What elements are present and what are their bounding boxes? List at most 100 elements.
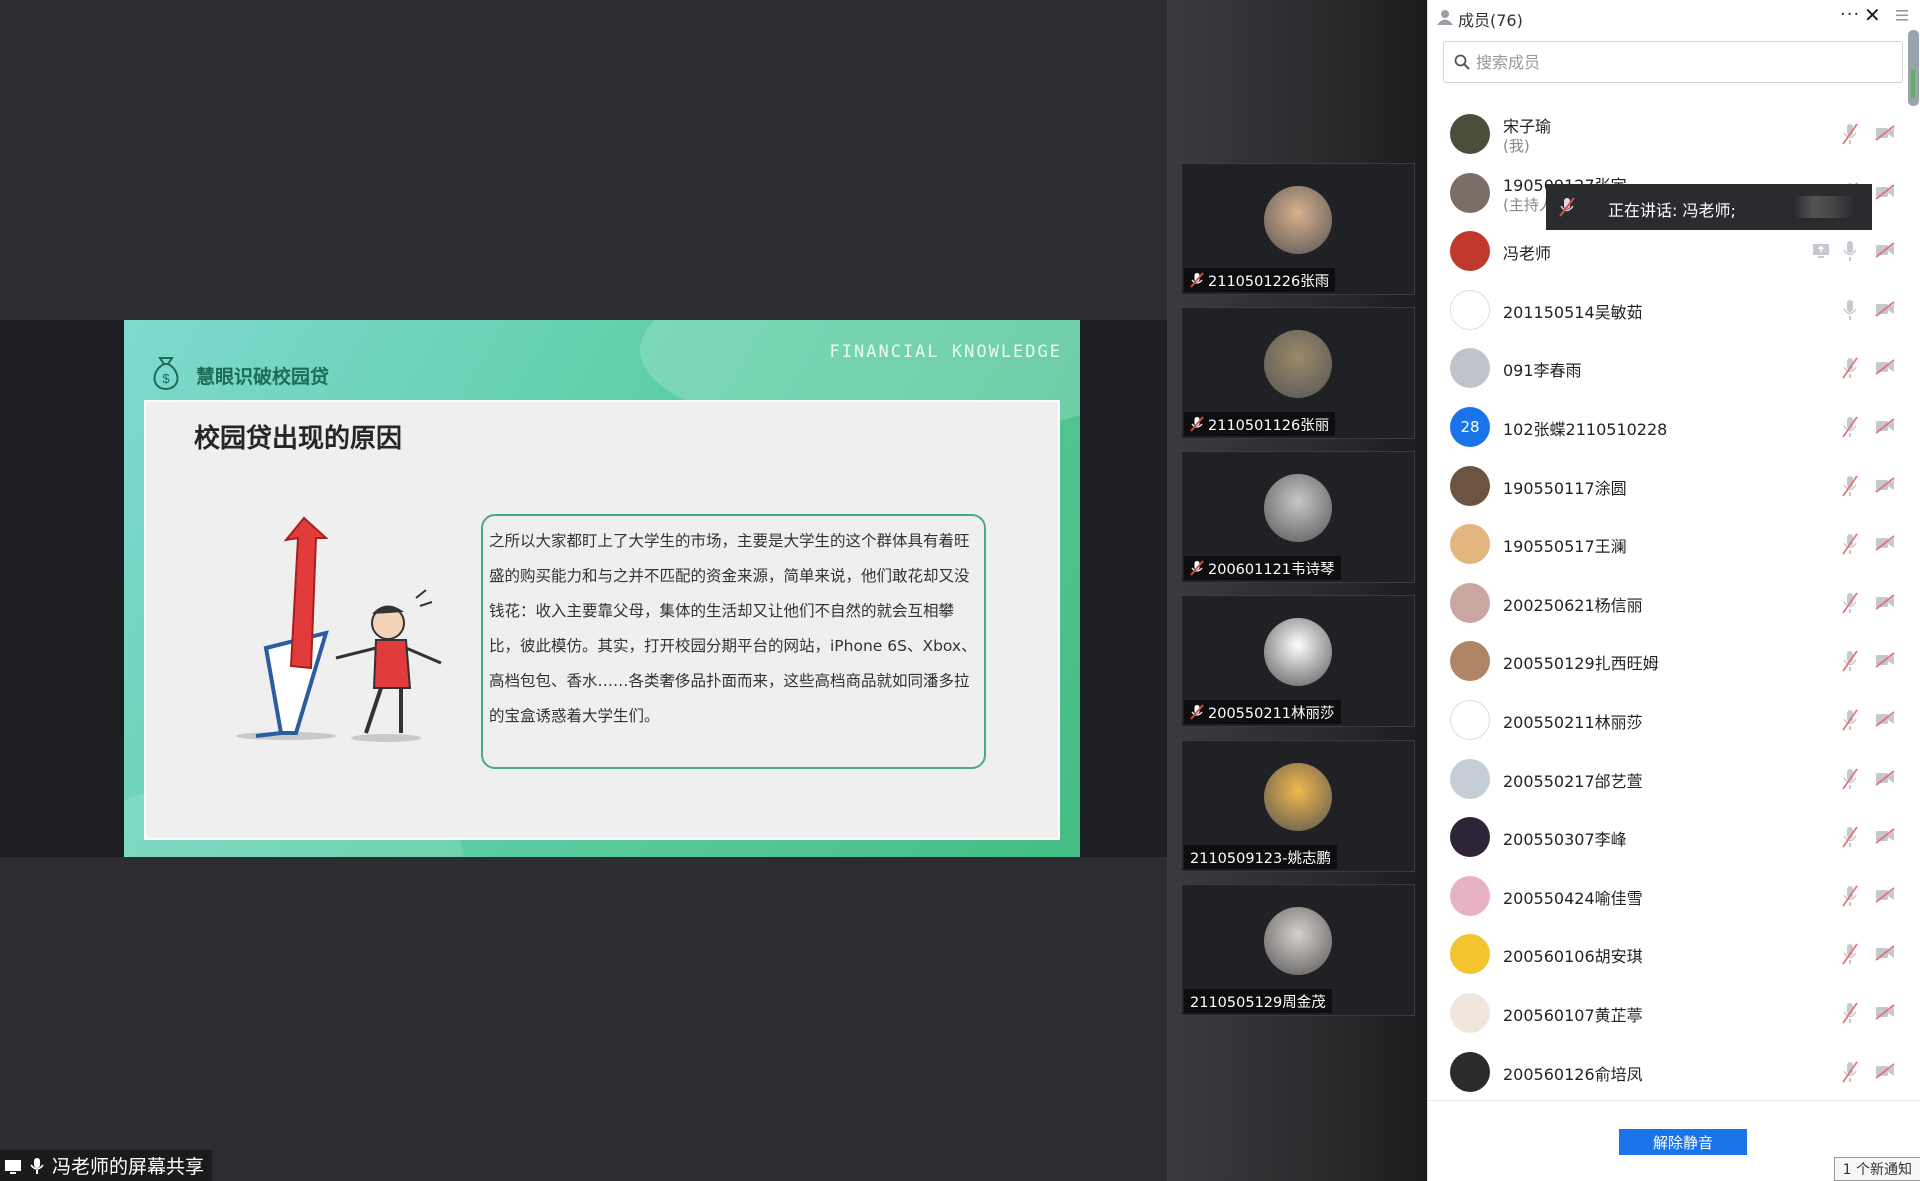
- microphone-muted-icon[interactable]: [1842, 123, 1858, 145]
- video-name-text: 2110509123-姚志鹏: [1190, 850, 1331, 867]
- search-icon: [1454, 54, 1470, 70]
- microphone-muted-icon[interactable]: [1842, 592, 1858, 614]
- member-row[interactable]: 200550211林丽莎: [1428, 691, 1908, 750]
- member-name: 201150514吴敏茹: [1503, 302, 1643, 322]
- video-tile[interactable]: 2110501226张雨: [1181, 163, 1415, 295]
- camera-off-icon[interactable]: [1875, 242, 1895, 258]
- microphone-muted-icon[interactable]: [1842, 1060, 1858, 1083]
- member-name: 冯老师: [1503, 244, 1552, 264]
- member-row[interactable]: 200250621杨信丽: [1428, 574, 1908, 633]
- member-avatar: [1450, 699, 1490, 740]
- video-tile[interactable]: 2110505129周金茂: [1181, 884, 1415, 1016]
- member-row[interactable]: 190550517王澜: [1428, 515, 1908, 574]
- member-row[interactable]: 200550307李峰: [1428, 808, 1908, 867]
- member-name: 200550307李峰: [1503, 830, 1627, 850]
- member-row[interactable]: 200550217邰艺萱: [1428, 750, 1908, 809]
- camera-off-icon[interactable]: [1875, 1004, 1895, 1020]
- video-name-text: 200550211林丽莎: [1208, 705, 1335, 722]
- shared-slide-frame: $ 慧眼识破校园贷 FINANCIAL KNOWLEDGE 校园贷出现的原因 之…: [0, 320, 1167, 857]
- member-avatar: [1450, 875, 1490, 916]
- screen-share-icon: [5, 1159, 21, 1174]
- camera-off-icon[interactable]: [1875, 476, 1895, 493]
- camera-off-icon[interactable]: [1875, 594, 1895, 610]
- video-tile[interactable]: 200550211林丽莎: [1181, 595, 1415, 727]
- microphone-muted-icon[interactable]: [1842, 709, 1858, 731]
- video-name-label: 200550211林丽莎: [1184, 700, 1341, 724]
- member-name: 200550129扎西旺姆: [1503, 654, 1659, 674]
- microphone-muted-icon[interactable]: [1842, 943, 1858, 965]
- camera-off-icon[interactable]: [1875, 1062, 1895, 1079]
- member-search-box[interactable]: [1443, 41, 1903, 83]
- member-row[interactable]: 宋子瑜 (我): [1428, 105, 1908, 164]
- member-panel-header: 成员(76) ··· ✕: [1428, 0, 1920, 34]
- member-avatar: [1450, 758, 1490, 799]
- member-avatar: [1450, 992, 1490, 1033]
- microphone-muted-icon[interactable]: [1842, 475, 1858, 497]
- member-avatar: [1450, 524, 1490, 565]
- camera-off-icon[interactable]: [1875, 769, 1895, 786]
- member-avatar: [1450, 1051, 1490, 1092]
- member-name: 200550211林丽莎: [1503, 712, 1643, 732]
- unmute-all-button[interactable]: 解除静音: [1619, 1129, 1747, 1155]
- camera-off-icon[interactable]: [1875, 828, 1895, 844]
- speaking-text: 正在讲话: 冯老师;: [1608, 201, 1736, 220]
- member-avatar: [1450, 348, 1490, 389]
- microphone-muted-icon[interactable]: [1842, 1002, 1858, 1024]
- member-name: 091李春雨: [1503, 361, 1582, 381]
- slide-header-en: FINANCIAL KNOWLEDGE: [829, 342, 1062, 362]
- video-tile[interactable]: 2110509123-姚志鹏: [1181, 740, 1415, 872]
- camera-off-icon[interactable]: [1875, 652, 1895, 669]
- member-row[interactable]: 200550424喻佳雪: [1428, 867, 1908, 926]
- member-row[interactable]: 200560107黄芷葶: [1428, 984, 1908, 1043]
- camera-off-icon[interactable]: [1875, 359, 1895, 376]
- member-row[interactable]: 冯老师: [1428, 222, 1908, 281]
- member-row[interactable]: 200550129扎西旺姆: [1428, 632, 1908, 691]
- microphone-icon[interactable]: [1842, 240, 1858, 262]
- member-row[interactable]: 28 102张蝶2110510228: [1428, 398, 1908, 457]
- menu-icon[interactable]: [1894, 6, 1910, 24]
- member-search-input[interactable]: [1474, 50, 1894, 74]
- camera-off-icon[interactable]: [1875, 301, 1895, 317]
- microphone-muted-icon[interactable]: [1842, 650, 1858, 672]
- microphone-muted-icon: [1190, 272, 1204, 288]
- member-row[interactable]: 201150514吴敏茹: [1428, 281, 1908, 340]
- camera-off-icon[interactable]: [1875, 183, 1895, 200]
- video-tile[interactable]: 2110501126张丽: [1181, 307, 1415, 439]
- member-row[interactable]: 190550117涂圆: [1428, 457, 1908, 516]
- video-name-label: 200601121韦诗琴: [1184, 556, 1341, 580]
- microphone-muted-icon[interactable]: [1842, 533, 1858, 555]
- microphone-muted-icon[interactable]: [1842, 826, 1858, 848]
- camera-off-icon[interactable]: [1875, 945, 1895, 962]
- microphone-muted-icon[interactable]: [1842, 416, 1858, 438]
- close-panel-button[interactable]: ✕: [1864, 3, 1881, 27]
- microphone-muted-icon: [1559, 197, 1575, 217]
- member-name: 宋子瑜: [1503, 117, 1552, 136]
- microphone-muted-icon[interactable]: [1842, 357, 1858, 379]
- camera-off-icon[interactable]: [1875, 125, 1895, 141]
- camera-off-icon[interactable]: [1875, 711, 1895, 727]
- member-avatar: [1450, 582, 1490, 623]
- shared-slide: $ 慧眼识破校园贷 FINANCIAL KNOWLEDGE 校园贷出现的原因 之…: [124, 320, 1080, 857]
- camera-off-icon[interactable]: [1875, 887, 1895, 903]
- microphone-muted-icon: [1190, 560, 1204, 576]
- microphone-muted-icon: [1190, 704, 1204, 720]
- video-name-text: 200601121韦诗琴: [1208, 561, 1335, 578]
- video-name-text: 2110501226张雨: [1208, 273, 1330, 290]
- member-row[interactable]: 200560106胡安琪: [1428, 925, 1908, 984]
- screen-share-label: 冯老师的屏幕共享: [0, 1150, 213, 1181]
- member-name: 102张蝶2110510228: [1503, 419, 1668, 439]
- member-count-title: 成员(76): [1458, 11, 1523, 30]
- member-name: 200560107黄芷葶: [1503, 1005, 1643, 1025]
- camera-off-icon[interactable]: [1875, 535, 1895, 551]
- member-row[interactable]: 200560126俞培凤: [1428, 1043, 1908, 1096]
- video-name-label: 2110505129周金茂: [1184, 989, 1332, 1013]
- camera-off-icon[interactable]: [1875, 418, 1895, 434]
- microphone-muted-icon[interactable]: [1842, 885, 1858, 907]
- video-tile[interactable]: 200601121韦诗琴: [1181, 451, 1415, 583]
- microphone-muted-icon[interactable]: [1842, 768, 1858, 790]
- video-avatar: [1264, 907, 1332, 975]
- member-row[interactable]: 091李春雨: [1428, 339, 1908, 398]
- more-options-button[interactable]: ···: [1840, 4, 1860, 25]
- new-notification-badge[interactable]: 1 个新通知: [1833, 1157, 1920, 1181]
- microphone-icon[interactable]: [1842, 299, 1858, 321]
